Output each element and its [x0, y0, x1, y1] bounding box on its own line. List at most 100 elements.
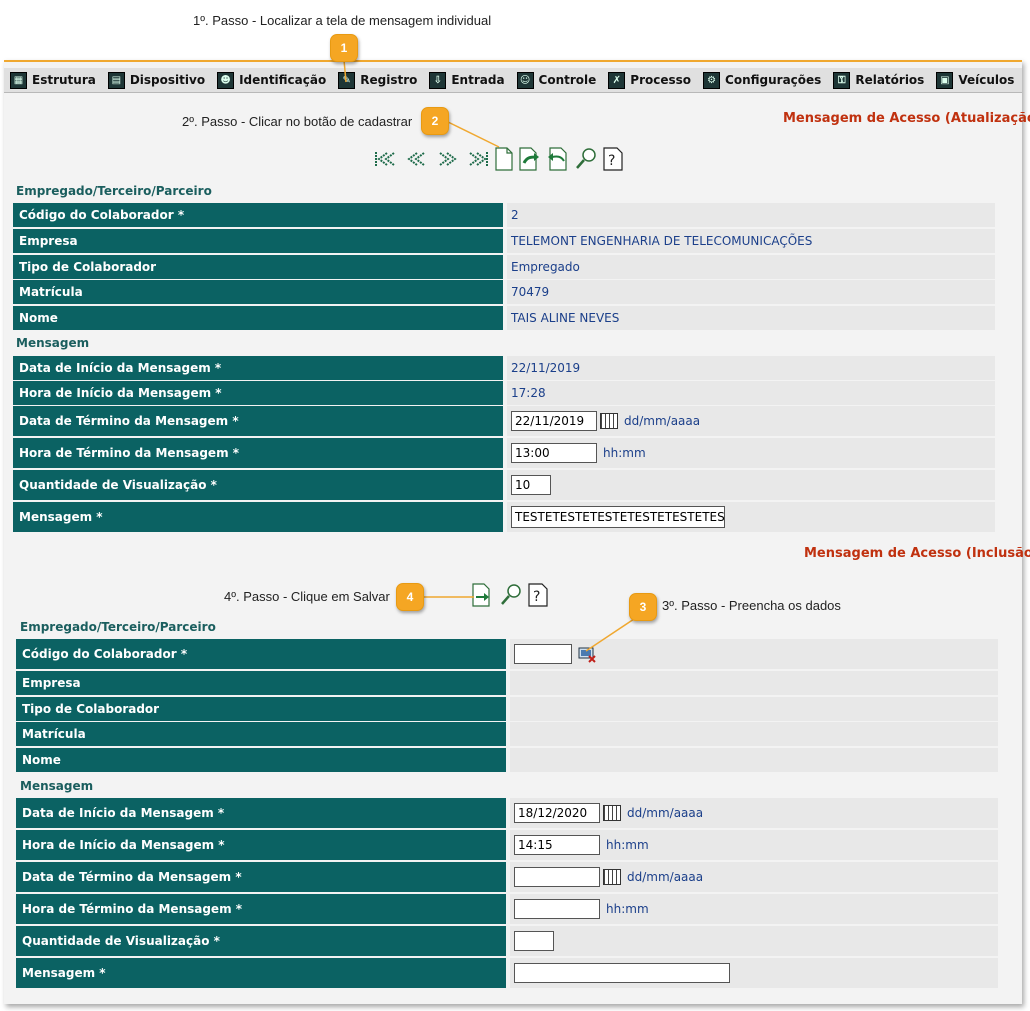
- insert-value-hora-inicio-cell: 14:15 hh:mm: [510, 830, 998, 860]
- update-value-mensagem-cell: TESTETESTETESTETESTETESTETESTE: [507, 502, 995, 532]
- step4-text: 4º. Passo - Clique em Salvar: [224, 589, 390, 604]
- update-value-nome: TAIS ALINE NEVES: [507, 306, 995, 330]
- menu-item-9[interactable]: ⚿ Relatórios: [833, 71, 925, 89]
- update-section-employee: Empregado/Terceiro/Parceiro: [16, 184, 212, 198]
- insert-label-hora-inicio: Hora de Início da Mensagem *: [16, 830, 506, 860]
- insert-label-data-inicio: Data de Início da Mensagem *: [16, 798, 506, 828]
- menu-item-2[interactable]: ▤ Dispositivo: [107, 71, 206, 89]
- menu-item-label: Controle: [538, 73, 597, 87]
- update-row-hora-termino: Hora de Término da Mensagem * 13:00 hh:m…: [13, 438, 995, 468]
- svg-text:?: ?: [533, 589, 540, 605]
- config-icon: ⚙: [703, 71, 721, 89]
- menu-item-label: Relatórios: [855, 73, 925, 87]
- insert-toolbar: ?: [471, 583, 553, 607]
- help-document-icon[interactable]: ?: [602, 147, 624, 171]
- update-row-codigo: Código do Colaborador * 2: [13, 203, 995, 227]
- update-mensagem-input[interactable]: TESTETESTETESTETESTETESTETESTE: [511, 506, 725, 528]
- previous-record-icon[interactable]: [404, 150, 430, 168]
- update-value-data-termino-cell: 22/11/2019 dd/mm/aaaa: [507, 406, 995, 436]
- update-row-data-termino: Data de Término da Mensagem * 22/11/2019…: [13, 406, 995, 436]
- insert-row-tipo: Tipo de Colaborador: [16, 697, 998, 721]
- insert-row-qtd: Quantidade de Visualização *: [16, 926, 998, 956]
- insert-row-data-inicio: Data de Início da Mensagem * 18/12/2020 …: [16, 798, 998, 828]
- insert-row-hora-termino: Hora de Término da Mensagem * hh:mm: [16, 894, 998, 924]
- update-value-tipo: Empregado: [507, 255, 995, 279]
- insert-data-inicio-input[interactable]: 18/12/2020: [514, 803, 600, 823]
- save-document-icon[interactable]: [518, 147, 542, 171]
- svg-text:?: ?: [608, 153, 615, 169]
- first-record-icon[interactable]: [374, 150, 400, 168]
- step2-pointer-line: [445, 120, 500, 148]
- update-label-data-termino: Data de Término da Mensagem *: [13, 406, 503, 436]
- insert-date-hint-termino: dd/mm/aaaa: [627, 870, 704, 884]
- undo-document-icon[interactable]: [546, 147, 570, 171]
- menu-item-6[interactable]: ☺ Controle: [516, 71, 597, 89]
- menu-item-label: Processo: [630, 73, 692, 87]
- menu-item-3[interactable]: ☻ Identificação: [217, 71, 327, 89]
- update-section-message: Mensagem: [16, 336, 90, 350]
- search-icon[interactable]: [574, 147, 598, 171]
- update-row-matricula: Matrícula 70479: [13, 280, 995, 304]
- update-label-matricula: Matrícula: [13, 280, 503, 304]
- menu-item-1[interactable]: ▦ Estrutura: [10, 71, 96, 89]
- insert-hora-inicio-input[interactable]: 14:15: [514, 835, 600, 855]
- update-label-tipo: Tipo de Colaborador: [13, 255, 503, 279]
- update-label-hora-inicio: Hora de Início da Mensagem *: [13, 381, 503, 405]
- menu-item-7[interactable]: ✗ Processo: [608, 71, 692, 89]
- insert-row-hora-inicio: Hora de Início da Mensagem * 14:15 hh:mm: [16, 830, 998, 860]
- insert-time-hint-inicio: hh:mm: [606, 838, 649, 852]
- lock-icon: ⚿: [833, 71, 851, 89]
- update-qtd-input[interactable]: 10: [511, 475, 551, 495]
- menu-item-label: Identificação: [239, 73, 327, 87]
- calendar-icon[interactable]: [603, 805, 621, 821]
- update-row-nome: Nome TAIS ALINE NEVES: [13, 306, 995, 330]
- help-document-icon[interactable]: ?: [527, 583, 549, 607]
- menu-item-8[interactable]: ⚙ Configurações: [703, 71, 822, 89]
- main-menubar: ▦ Estrutura ▤ Dispositivo ☻ Identificação ✎ Reg…: [4, 68, 1022, 93]
- calendar-icon[interactable]: [600, 413, 618, 429]
- menu-item-label: Dispositivo: [129, 73, 206, 87]
- search-icon[interactable]: [499, 583, 523, 607]
- update-label-data-inicio: Data de Início da Mensagem *: [13, 356, 503, 380]
- insert-data-termino-input[interactable]: [514, 867, 600, 887]
- step1-badge: 1: [330, 34, 358, 62]
- insert-label-empresa: Empresa: [16, 671, 506, 695]
- insert-row-data-termino: Data de Término da Mensagem * dd/mm/aaaa: [16, 862, 998, 892]
- update-value-codigo: 2: [507, 203, 995, 227]
- control-icon: ☺: [516, 71, 534, 89]
- insert-section-employee: Empregado/Terceiro/Parceiro: [20, 620, 216, 634]
- update-value-matricula: 70479: [507, 280, 995, 304]
- menu-item-10[interactable]: ▣ Veículos: [936, 71, 1014, 89]
- menu-item-label: Configurações: [725, 73, 822, 87]
- update-data-termino-input[interactable]: 22/11/2019: [511, 411, 597, 431]
- insert-label-data-termino: Data de Término da Mensagem *: [16, 862, 506, 892]
- insert-codigo-input[interactable]: [514, 644, 572, 664]
- calendar-icon[interactable]: [603, 869, 621, 885]
- insert-label-nome: Nome: [16, 748, 506, 772]
- insert-hora-termino-input[interactable]: [514, 899, 600, 919]
- update-value-qtd-cell: 10: [507, 470, 995, 500]
- app-window: ▦ Estrutura ▤ Dispositivo ☻ Identificação ✎ Reg…: [4, 60, 1030, 1004]
- update-value-empresa: TELEMONT ENGENHARIA DE TELECOMUNICAÇÕES: [507, 229, 995, 253]
- step3-badge: 3: [629, 593, 657, 621]
- update-row-data-inicio: Data de Início da Mensagem * 22/11/2019: [13, 356, 995, 380]
- step2-badge: 2: [421, 107, 449, 135]
- insert-label-codigo: Código do Colaborador *: [16, 639, 506, 669]
- step3-text: 3º. Passo - Preencha os dados: [662, 598, 841, 613]
- step1-pointer-line: [343, 59, 347, 83]
- insert-label-matricula: Matrícula: [16, 722, 506, 746]
- last-record-icon[interactable]: [464, 150, 490, 168]
- insert-qtd-input[interactable]: [514, 931, 554, 951]
- insert-page-title: Mensagem de Acesso (Inclusão): [804, 546, 1030, 561]
- update-label-hora-termino: Hora de Término da Mensagem *: [13, 438, 503, 468]
- insert-label-tipo: Tipo de Colaborador: [16, 697, 506, 721]
- menu-item-5[interactable]: ⇩ Entrada: [429, 71, 505, 89]
- insert-row-codigo: Código do Colaborador *: [16, 639, 998, 669]
- update-label-empresa: Empresa: [13, 229, 503, 253]
- next-record-icon[interactable]: [434, 150, 460, 168]
- update-value-hora-inicio: 17:28: [507, 381, 995, 405]
- update-hora-termino-input[interactable]: 13:00: [511, 443, 597, 463]
- insert-mensagem-input[interactable]: [514, 963, 730, 983]
- insert-section-message: Mensagem: [20, 779, 94, 793]
- insert-label-hora-termino: Hora de Término da Mensagem *: [16, 894, 506, 924]
